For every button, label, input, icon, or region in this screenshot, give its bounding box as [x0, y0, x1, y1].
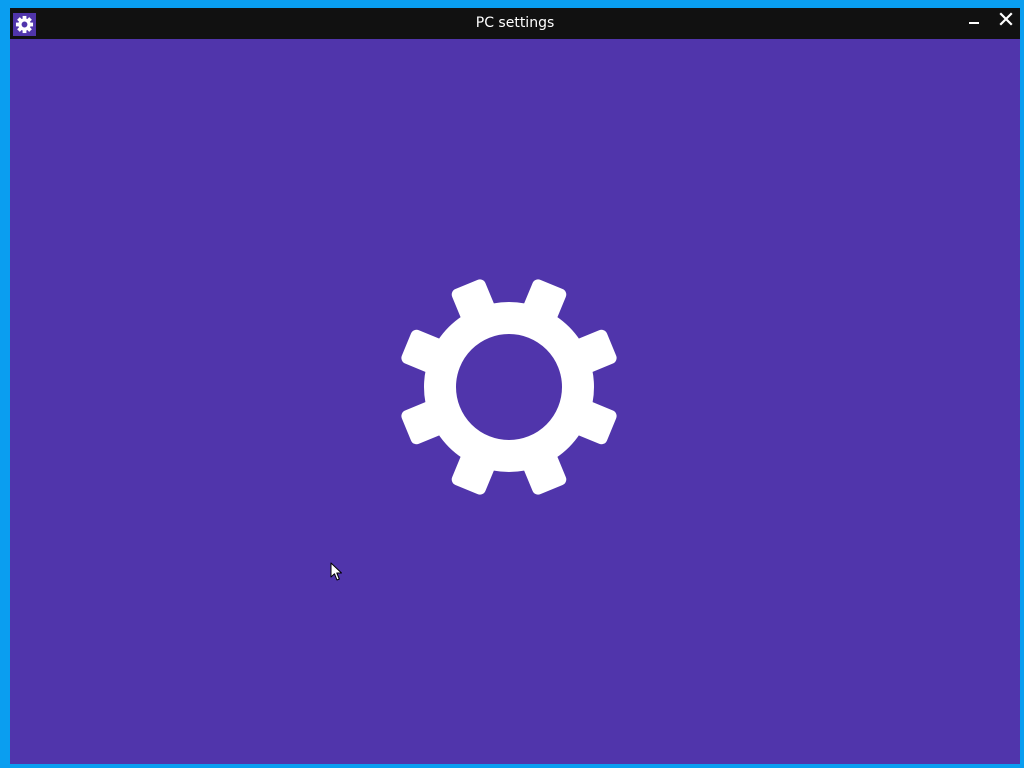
pc-settings-window: PC settings: [10, 8, 1020, 764]
gear-icon: [401, 279, 617, 495]
close-button[interactable]: [992, 8, 1020, 30]
minimize-button[interactable]: [960, 8, 988, 30]
splash-screen: [10, 39, 1020, 764]
title-bar[interactable]: PC settings: [10, 8, 1020, 39]
minimize-icon: [969, 22, 979, 24]
mouse-pointer-icon: [330, 562, 342, 581]
window-title: PC settings: [475, 15, 555, 31]
close-icon: [999, 12, 1013, 26]
